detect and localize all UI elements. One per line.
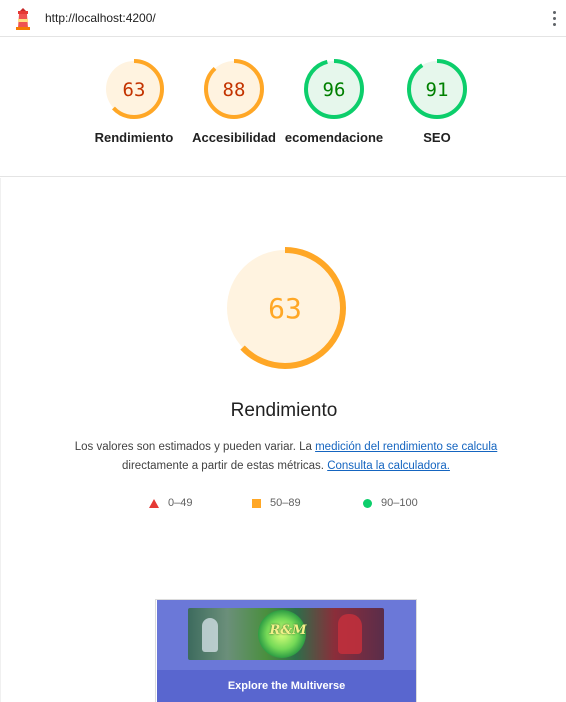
gauge-label: ecomendacione bbox=[284, 130, 384, 145]
explore-multiverse-button[interactable]: Explore the Multiverse bbox=[157, 670, 416, 702]
square-icon bbox=[252, 498, 261, 508]
rick-and-morty-banner-image: R&M bbox=[188, 608, 384, 660]
gauge-ring: 63 bbox=[104, 59, 164, 119]
score-gauges: 63 Rendimiento 88 Accesibilidad 96 ecome… bbox=[0, 37, 566, 177]
main-gauge: 63 bbox=[224, 247, 346, 369]
gauge-value: 96 bbox=[323, 79, 346, 101]
measurement-link[interactable]: medición del rendimiento se calcula bbox=[315, 441, 497, 453]
performance-section: 63 Rendimiento Los valores son estimados… bbox=[0, 178, 566, 702]
circle-icon bbox=[363, 498, 372, 508]
legend-fail: 0–49 bbox=[149, 497, 192, 509]
category-description: Los valores son estimados y pueden varia… bbox=[71, 438, 501, 476]
legend-average: 50–89 bbox=[252, 497, 301, 509]
gauge-accessibility[interactable]: 88 Accesibilidad bbox=[184, 57, 284, 145]
gauge-performance[interactable]: 63 Rendimiento bbox=[84, 57, 184, 145]
gauge-best-practices[interactable]: 96 ecomendacione bbox=[284, 57, 384, 145]
gauge-ring: 91 bbox=[407, 59, 467, 119]
kebab-menu-icon[interactable] bbox=[547, 6, 561, 30]
score-legend: 0–49 50–89 90–100 bbox=[1, 497, 566, 515]
main-gauge-value: 63 bbox=[268, 292, 302, 325]
gauge-value: 63 bbox=[123, 79, 146, 101]
gauge-ring: 96 bbox=[304, 59, 364, 119]
character-figure bbox=[202, 618, 218, 652]
report-topbar: http://localhost:4200/ bbox=[0, 0, 566, 37]
legend-range: 0–49 bbox=[168, 497, 193, 509]
gauge-value: 88 bbox=[223, 79, 246, 101]
thumbnail-hero: R&M bbox=[157, 600, 416, 670]
page-url: http://localhost:4200/ bbox=[45, 11, 156, 25]
gauge-ring: 88 bbox=[204, 59, 264, 119]
desc-text-1: Los valores son estimados y pueden varia… bbox=[74, 441, 316, 453]
legend-range: 50–89 bbox=[270, 497, 301, 509]
creature-figure bbox=[338, 614, 362, 654]
show-logo: R&M bbox=[269, 623, 307, 638]
gauge-label: SEO bbox=[423, 130, 451, 145]
lighthouse-icon bbox=[16, 8, 30, 30]
desc-text-2: directamente a partir de estas métricas. bbox=[122, 460, 328, 472]
triangle-icon bbox=[149, 498, 159, 508]
legend-pass: 90–100 bbox=[363, 497, 418, 509]
calculator-link[interactable]: Consulta la calculadora. bbox=[327, 460, 450, 472]
category-title: Rendimiento bbox=[230, 400, 338, 421]
gauge-seo[interactable]: 91 SEO bbox=[387, 57, 487, 145]
gauge-value: 91 bbox=[426, 79, 449, 101]
screenshot-thumbnail[interactable]: R&M Explore the Multiverse bbox=[155, 599, 417, 702]
legend-range: 90–100 bbox=[381, 497, 418, 509]
gauge-label: Accesibilidad bbox=[192, 130, 276, 145]
gauge-label: Rendimiento bbox=[94, 130, 174, 145]
